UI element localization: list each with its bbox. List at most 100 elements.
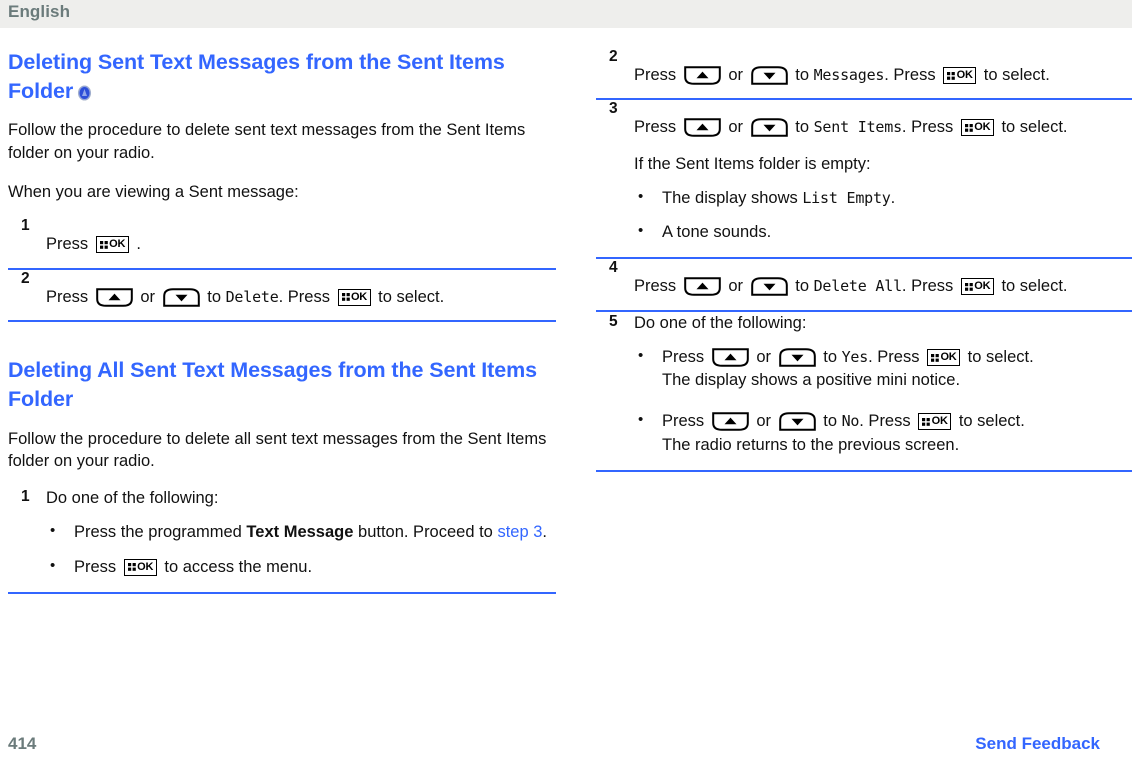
- list-item: Press OK to access the menu.: [46, 555, 556, 579]
- step-cross-reference-link[interactable]: step 3: [497, 523, 542, 541]
- step-text: to select.: [983, 66, 1050, 84]
- step-number: 4: [609, 259, 618, 277]
- bullet-text: . Press: [868, 348, 920, 367]
- down-arrow-button-icon[interactable]: [750, 118, 788, 138]
- menu-ok-button-icon[interactable]: OK: [927, 349, 961, 367]
- bullet-bold-text: Text Message: [246, 523, 354, 542]
- bullet-text: Press: [74, 557, 117, 576]
- menu-grid-glyph: [127, 563, 136, 571]
- step-number: 5: [609, 312, 618, 330]
- section-1-intro-2: When you are viewing a Sent message:: [8, 182, 299, 201]
- step-bullet-list: The display shows List Empty. A tone sou…: [634, 186, 1132, 244]
- step-text: Press: [46, 235, 89, 254]
- step-bullet-list: Press the programmed Text Message button…: [46, 520, 556, 579]
- step-item: 1 Do one of the following: Press the pro…: [8, 487, 556, 594]
- ok-button-label: OK: [956, 69, 973, 81]
- step-text: Press: [46, 287, 89, 306]
- step-text: Press: [634, 277, 677, 296]
- step-text: . Press: [884, 66, 936, 84]
- list-item: Press or to No. Press: [634, 409, 1132, 456]
- step-text: . Press: [901, 277, 954, 296]
- section-1-intro-1: Follow the procedure to delete sent text…: [8, 121, 526, 162]
- step-number: 2: [21, 269, 30, 287]
- display-text: Messages: [813, 66, 885, 84]
- up-arrow-button-icon[interactable]: [711, 412, 749, 432]
- ok-button-label: OK: [940, 351, 957, 364]
- step-lead-text: Do one of the following:: [46, 489, 219, 508]
- step-text: to select.: [1001, 118, 1068, 137]
- up-arrow-button-icon[interactable]: [683, 66, 721, 85]
- ok-button-label: OK: [974, 121, 991, 134]
- section-2-steps: 1 Do one of the following: Press the pro…: [8, 487, 556, 594]
- menu-grid-glyph: [922, 417, 931, 426]
- step-text: to: [795, 118, 809, 137]
- up-arrow-button-icon[interactable]: [711, 348, 749, 368]
- bullet-text: or: [756, 412, 772, 431]
- down-arrow-button-icon[interactable]: [162, 288, 200, 307]
- display-text: Delete All: [813, 277, 903, 296]
- step-body: Press or to Sent Items. Press OK to sele…: [634, 100, 1132, 257]
- section-2-title-text: Deleting All Sent Text Messages from the…: [8, 358, 537, 411]
- step-bullet-list: Press or to Yes. Press: [634, 345, 1132, 456]
- ok-button-label: OK: [109, 238, 126, 251]
- send-feedback-link[interactable]: Send Feedback: [975, 734, 1100, 754]
- bullet-text: .: [542, 523, 548, 542]
- bullet-extra-text: The radio returns to the previous screen…: [662, 435, 960, 454]
- display-text: Yes: [841, 348, 869, 367]
- step-item: 1 Press OK .: [8, 217, 556, 270]
- step-number: 1: [21, 217, 30, 235]
- step-text: or: [728, 277, 744, 296]
- step-text: Press: [634, 66, 677, 84]
- ok-button-label: OK: [974, 280, 991, 293]
- step-text: to: [207, 287, 221, 306]
- section-1-steps: 1 Press OK . 2 Press or to Delete. Press…: [8, 217, 556, 323]
- up-arrow-button-icon[interactable]: [683, 277, 721, 297]
- down-arrow-button-icon[interactable]: [750, 66, 788, 85]
- menu-grid-glyph: [964, 123, 973, 132]
- step-text: . Press: [901, 118, 954, 137]
- step-body: Press or to Messages. Press OK to select…: [634, 48, 1132, 98]
- step-text: to select.: [1001, 277, 1068, 296]
- step-item: 2 Press or to Messages. Press OK to sele…: [596, 48, 1132, 101]
- menu-grid-glyph: [99, 240, 108, 249]
- step-text: to select.: [378, 287, 445, 306]
- right-column: 2 Press or to Messages. Press OK to sele…: [596, 48, 1132, 472]
- step-item: 2 Press or to Delete. Press OK to select…: [8, 269, 556, 323]
- menu-ok-button-icon[interactable]: OK: [95, 236, 129, 254]
- bullet-text: . Press: [859, 412, 911, 431]
- page-header-band: [0, 0, 1132, 28]
- bullet-text: to select.: [958, 412, 1025, 431]
- menu-ok-button-icon[interactable]: OK: [943, 67, 977, 84]
- menu-ok-button-icon[interactable]: OK: [960, 119, 994, 137]
- menu-grid-glyph: [341, 293, 350, 302]
- blue-circle-badge-icon: [77, 80, 92, 101]
- step-text: Press: [634, 118, 677, 137]
- up-arrow-button-icon[interactable]: [95, 288, 133, 307]
- bullet-text: .: [890, 189, 896, 208]
- step-item: 4 Press or to Delete All. Press OK to se…: [596, 259, 1132, 312]
- step-body: Press or to Delete All. Press OK to sele…: [634, 259, 1132, 309]
- ok-button-label: OK: [931, 415, 948, 428]
- step-body: Do one of the following: Press or to: [634, 312, 1132, 470]
- step-text: . Press: [278, 287, 330, 306]
- menu-ok-button-icon[interactable]: OK: [123, 558, 157, 576]
- up-arrow-button-icon[interactable]: [683, 118, 721, 138]
- header-language-label: English: [8, 2, 71, 21]
- page-footer: 414 Send Feedback: [0, 728, 1132, 762]
- bullet-text: to: [823, 412, 837, 431]
- page-number: 414: [8, 734, 37, 753]
- step-body: Do one of the following: Press the progr…: [46, 487, 556, 592]
- menu-ok-button-icon[interactable]: OK: [960, 278, 994, 296]
- bullet-text: button. Proceed to: [358, 523, 493, 542]
- bullet-text: or: [756, 348, 772, 367]
- down-arrow-button-icon[interactable]: [778, 412, 816, 432]
- step-text: or: [140, 287, 156, 306]
- down-arrow-button-icon[interactable]: [750, 277, 788, 297]
- down-arrow-button-icon[interactable]: [778, 348, 816, 368]
- step-number: 3: [609, 100, 618, 118]
- step-note-text: If the Sent Items folder is empty:: [634, 154, 871, 173]
- menu-ok-button-icon[interactable]: OK: [918, 413, 952, 431]
- list-item: The display shows List Empty.: [634, 186, 1132, 210]
- section-2-intro-1: Follow the procedure to delete all sent …: [8, 429, 547, 471]
- menu-ok-button-icon[interactable]: OK: [337, 288, 371, 306]
